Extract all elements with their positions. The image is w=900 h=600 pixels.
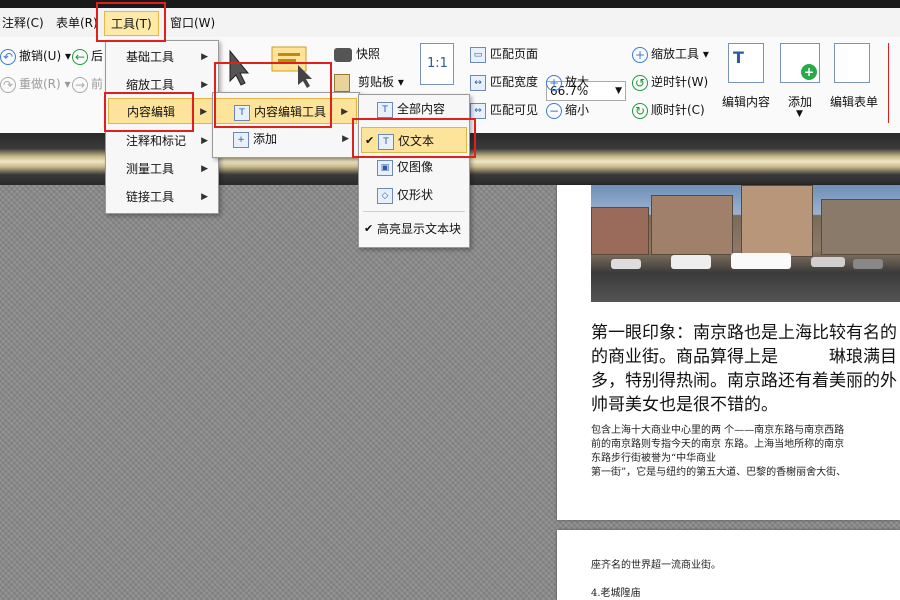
checkmark-icon: ✔	[364, 222, 374, 235]
edit-form-label: 编辑表单	[830, 95, 879, 109]
doc-line: 4.老城隍庙	[591, 588, 641, 599]
doc-line: 包含上海十大商业中心里的两 个——南京东路与南京西路	[591, 425, 845, 436]
undo-button[interactable]: ↶ 撤销(U) ▾	[0, 47, 71, 65]
more-tools-icon[interactable]	[888, 43, 900, 123]
actual-size-button[interactable]: 1:1	[420, 43, 454, 85]
doc-line: 前的南京路则专指今天的南京 东路。上海当地所称的南京	[591, 439, 845, 450]
fit-page-button[interactable]: ▭ 匹配页面	[470, 45, 538, 63]
fit-visible-icon: ⇔	[470, 102, 486, 119]
doc-line: 第一街”，它是与纽约的第五大道、巴黎的香榭丽舍大街、	[591, 467, 847, 478]
zoom-out-icon: −	[546, 102, 562, 119]
annotation-box-content-edit	[104, 92, 194, 132]
snapshot-button[interactable]: 快照	[334, 45, 380, 62]
menu-divider	[363, 211, 465, 212]
image-only-icon: ▣	[377, 159, 393, 176]
zoom-in-icon: +	[546, 74, 562, 91]
add-image-icon: +	[233, 131, 249, 148]
menu-item-measure-tools[interactable]: 测量工具 ▶	[108, 157, 216, 181]
street-photo	[591, 185, 900, 302]
camera-icon	[334, 47, 352, 62]
clipboard-icon	[334, 73, 350, 92]
forward-arrow-icon: →	[72, 76, 88, 93]
menu-item-shape-only[interactable]: ◇ 仅形状	[361, 183, 467, 207]
doc-line: 帅哥美女也是很不错的。	[591, 395, 778, 415]
doc-line: 多，特别得热闹。南京路还有着美丽的外	[591, 371, 897, 391]
annotation-box-text-only	[352, 118, 476, 158]
clipboard-button[interactable]: 剪贴板 ▾	[334, 73, 404, 92]
menu-item-image-only[interactable]: ▣ 仅图像	[361, 155, 467, 179]
edit-form-button[interactable]: 编辑表单	[830, 43, 886, 123]
rotate-ccw-icon: ↺	[632, 74, 648, 91]
fit-visible-button[interactable]: ⇔ 匹配可见	[470, 101, 538, 119]
menu-form[interactable]: 表单(R)	[56, 14, 98, 31]
fit-page-icon: ▭	[470, 46, 486, 63]
add-label: 添加	[788, 95, 813, 109]
edit-content-button[interactable]: T 编辑内容	[722, 43, 774, 123]
add-dropdown-icon[interactable]: ▼	[796, 109, 803, 119]
menu-item-basic-tools[interactable]: 基础工具 ▶	[108, 45, 216, 69]
chevron-down-icon[interactable]: ▼	[615, 82, 622, 100]
fit-width-icon: ↔	[470, 74, 486, 91]
menu-item-link-tools[interactable]: 链接工具 ▶	[108, 185, 216, 209]
back-button[interactable]: ← 后	[72, 47, 103, 65]
undo-icon: ↶	[0, 48, 16, 65]
doc-line: 第一眼印象：南京路也是上海比较有名的	[591, 323, 897, 343]
annotation-box-content-edit-tool	[214, 62, 332, 128]
redo-button[interactable]: ↷ 重做(R) ▾	[0, 75, 71, 93]
actual-size-label: 1:1	[427, 56, 448, 71]
document-page-1: 第一眼印象：南京路也是上海比较有名的 的商业街。商品算得上是 琳琅满目 多，特别…	[557, 185, 900, 520]
magnifier-icon: +	[632, 46, 648, 63]
menu-item-add[interactable]: + 添加 ▶	[215, 127, 357, 151]
doc-line: 东路步行街被誉为“中华商业	[591, 453, 717, 464]
menu-item-annotate-markup[interactable]: 注释和标记 ▶	[108, 129, 216, 153]
forward-button[interactable]: → 前	[72, 75, 103, 93]
add-image-icon: +	[780, 43, 820, 83]
edit-content-icon: T	[728, 43, 764, 83]
edit-content-label: 编辑内容	[722, 95, 771, 109]
all-content-icon: T	[377, 101, 393, 118]
rotate-ccw-button[interactable]: ↺ 逆时针(W)	[632, 73, 708, 91]
doc-line: 的商业街。商品算得上是 琳琅满目	[591, 347, 897, 367]
doc-line: 座齐名的世界超一流商业街。	[591, 560, 721, 571]
rotate-cw-icon: ↻	[632, 102, 648, 119]
edit-form-icon	[834, 43, 870, 83]
zoom-tool-button[interactable]: + 缩放工具 ▾	[632, 45, 709, 63]
zoom-out-button[interactable]: − 缩小	[546, 101, 589, 119]
add-button[interactable]: + 添加 ▼	[780, 43, 824, 123]
fit-width-button[interactable]: ↔ 匹配宽度	[470, 73, 538, 91]
zoom-in-button[interactable]: + 放大	[546, 73, 589, 91]
menu-window[interactable]: 窗口(W)	[170, 14, 215, 31]
annotation-box-tools-menu	[96, 2, 166, 42]
redo-icon: ↷	[0, 76, 16, 93]
rotate-cw-button[interactable]: ↻ 顺时针(C)	[632, 101, 705, 119]
menu-annotate[interactable]: 注释(C)	[2, 14, 44, 31]
back-arrow-icon: ←	[72, 48, 88, 65]
shape-only-icon: ◇	[377, 187, 393, 204]
document-page-2: 座齐名的世界超一流商业街。 4.老城隍庙	[557, 530, 900, 600]
menu-item-highlight-text-blocks[interactable]: ✔ 高亮显示文本块	[361, 217, 467, 241]
